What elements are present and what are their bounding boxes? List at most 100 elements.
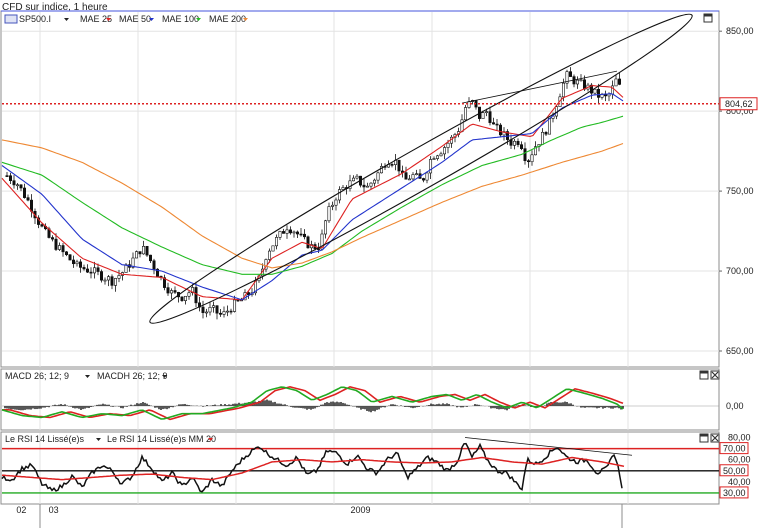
dropdown-arrow-icon[interactable] — [64, 18, 69, 21]
chart-canvas: CFD sur indice, 1 heure 650,00700,00750,… — [0, 2, 758, 528]
legend-rsi-ma[interactable]: Le RSI 14 Lissé(e)s MM 20 — [107, 434, 216, 444]
candle-body — [194, 287, 198, 304]
candle-body — [86, 268, 90, 273]
candle-body — [65, 251, 69, 256]
candle-body — [26, 197, 30, 201]
rsi-level-label: 50,00 — [723, 466, 746, 476]
channel-ellipse — [149, 13, 693, 324]
candle-body — [526, 160, 530, 163]
annotation-layer — [149, 13, 693, 324]
price-tick-label: 750,00 — [726, 186, 754, 196]
candle-body — [274, 237, 278, 247]
candle-body — [579, 79, 583, 82]
candle-body — [54, 238, 58, 250]
candle-body — [170, 290, 174, 294]
candle-body — [166, 287, 170, 294]
candle-body — [498, 124, 502, 136]
legend-ma50[interactable]: MAE 50 — [119, 14, 151, 24]
price-tick-label: 700,00 — [726, 266, 754, 276]
rsi-close-button[interactable] — [710, 433, 720, 443]
rsi-level-label: 70,00 — [723, 444, 746, 454]
candle-body — [414, 173, 418, 175]
macd-close-button[interactable] — [710, 370, 720, 380]
candle-body — [575, 79, 579, 85]
candle-body — [365, 185, 369, 188]
candle-body — [22, 187, 26, 198]
candle-body — [212, 305, 216, 308]
rsi-line — [1, 442, 623, 493]
instrument-icon — [4, 14, 18, 24]
candle-body — [390, 164, 394, 166]
candle-body — [50, 237, 54, 240]
candle-body — [173, 290, 177, 293]
macd-legend: MACD 26; 12; 9 MACDH 26; 12; 9 — [5, 371, 168, 381]
price-maximize-button[interactable] — [703, 13, 713, 23]
candle-body — [512, 140, 516, 146]
candle-body — [614, 78, 618, 87]
instrument-label[interactable]: SP500.I — [19, 14, 51, 24]
candle-body — [61, 245, 65, 253]
candle-body — [187, 292, 191, 297]
candle-body — [285, 229, 289, 234]
rsi-maximize-button[interactable] — [699, 433, 709, 443]
candle-body — [596, 88, 600, 98]
candle-body — [407, 178, 411, 181]
candle-body — [330, 204, 334, 207]
price-panel-frame — [0, 10, 720, 368]
candle-body — [5, 175, 9, 177]
candle-body — [9, 175, 13, 182]
trendline — [461, 70, 618, 104]
candle-body — [222, 311, 226, 315]
candle-body — [226, 310, 230, 313]
dropdown-arrow-icon[interactable] — [96, 438, 101, 441]
candle-body — [233, 299, 237, 312]
candle-body — [267, 250, 271, 260]
candle-body — [15, 184, 19, 187]
legend-macdh[interactable]: MACDH 26; 12; 9 — [97, 371, 168, 381]
candle-body — [341, 187, 345, 190]
candle-body — [495, 123, 499, 126]
candle-body — [617, 78, 621, 85]
candle-body — [82, 267, 86, 270]
price-layer — [5, 67, 621, 320]
candle-body — [442, 147, 446, 155]
x-tick-label: 2009 — [350, 505, 370, 515]
price-legend: SP500.I MAE 25 MAE 50 MAE 100 MAE 200 — [4, 14, 248, 24]
candle-body — [428, 159, 432, 174]
legend-ma100[interactable]: MAE 100 — [162, 14, 199, 24]
price-tick-label: 850,00 — [726, 26, 754, 36]
dropdown-arrow-icon[interactable] — [85, 375, 90, 378]
candle-body — [397, 159, 401, 172]
candle-body — [40, 224, 44, 227]
candle-body — [114, 278, 118, 286]
axis-layer: 650,00700,00750,00800,00850,00804,620,00… — [2, 26, 758, 528]
candle-body — [460, 119, 464, 132]
legend-ma200[interactable]: MAE 200 — [209, 14, 246, 24]
candle-body — [184, 295, 188, 301]
candle-body — [568, 71, 572, 77]
macd-maximize-button[interactable] — [699, 370, 709, 380]
candle-body — [219, 312, 223, 315]
candle-body — [75, 261, 79, 265]
candle-body — [593, 88, 597, 94]
candle-body — [435, 155, 439, 159]
candle-body — [208, 307, 212, 313]
candle-body — [68, 254, 72, 261]
candle-body — [488, 111, 492, 123]
candle-body — [292, 231, 296, 234]
rsi-level-label: 30,00 — [723, 488, 746, 498]
candle-body — [334, 199, 338, 206]
candle-body — [306, 236, 310, 249]
candle-body — [72, 259, 76, 265]
candle-body — [519, 144, 523, 149]
legend-macd[interactable]: MACD 26; 12; 9 — [5, 371, 69, 381]
candle-body — [582, 79, 586, 90]
candle-body — [145, 245, 149, 256]
candle-body — [369, 182, 373, 187]
candle-body — [103, 279, 107, 282]
legend-rsi[interactable]: Le RSI 14 Lissé(e)s — [5, 434, 85, 444]
candle-body — [180, 296, 184, 301]
candle-body — [337, 189, 341, 201]
candle-body — [540, 131, 544, 145]
rsi-tick-label: 40,00 — [728, 477, 751, 487]
